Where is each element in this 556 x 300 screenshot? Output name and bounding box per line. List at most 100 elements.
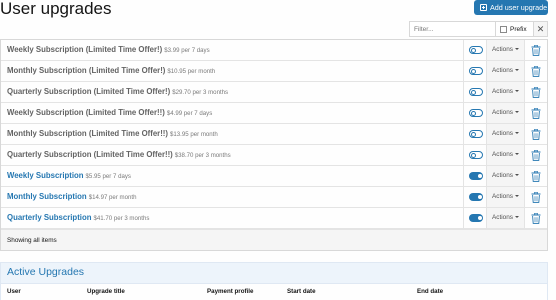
actions-label: Actions <box>492 151 513 158</box>
upgrade-title-link[interactable]: Monthly Subscription $14.97 per month <box>7 192 136 203</box>
active-toggle[interactable] <box>469 67 483 75</box>
upgrade-title: Weekly Subscription (Limited Time Offer!… <box>7 45 163 54</box>
upgrade-title-link[interactable]: Monthly Subscription (Limited Time Offer… <box>7 66 215 77</box>
add-user-upgrade-button[interactable]: Add user upgrade <box>474 0 548 15</box>
active-toggle[interactable] <box>469 88 483 96</box>
actions-cell: Actions <box>487 208 525 228</box>
column-header-user[interactable]: User <box>7 288 21 295</box>
chevron-down-icon <box>514 111 519 113</box>
actions-cell: Actions <box>487 145 525 165</box>
upgrade-title: Quarterly Subscription (Limited Time Off… <box>7 87 171 96</box>
chevron-down-icon <box>514 132 519 134</box>
toggle-knob <box>478 174 482 178</box>
actions-label: Actions <box>492 88 513 95</box>
upgrade-title-link[interactable]: Weekly Subscription (Limited Time Offer!… <box>7 45 210 56</box>
clear-filter-button[interactable]: ✕ <box>533 21 548 37</box>
active-toggle[interactable] <box>469 214 483 222</box>
toggle-knob <box>478 216 482 220</box>
actions-menu-button[interactable]: Actions <box>492 214 519 221</box>
column-header-start-date[interactable]: Start date <box>287 288 316 295</box>
active-toggle[interactable] <box>469 151 483 159</box>
actions-cell: Actions <box>487 166 525 186</box>
upgrade-row: Monthly Subscription (Limited Time Offer… <box>1 124 547 145</box>
upgrade-price: $10.95 per month <box>167 68 216 75</box>
upgrade-price: $5.95 per 7 days <box>85 173 131 180</box>
upgrade-row: Weekly Subscription (Limited Time Offer!… <box>1 103 547 124</box>
upgrade-price: $4.99 per 7 days <box>166 110 213 117</box>
actions-label: Actions <box>492 67 513 74</box>
upgrade-row: Quarterly Subscription (Limited Time Off… <box>1 145 547 166</box>
upgrade-title-link[interactable]: Weekly Subscription $5.95 per 7 days <box>7 171 131 182</box>
upgrade-row: Quarterly Subscription (Limited Time Off… <box>1 82 547 103</box>
upgrade-row: Quarterly Subscription $41.70 per 3 month… <box>1 208 547 229</box>
upgrade-row: Weekly Subscription $5.95 per 7 days Actio… <box>1 166 547 187</box>
chevron-down-icon <box>514 48 519 50</box>
toggle-knob <box>471 48 476 53</box>
upgrade-title-link[interactable]: Quarterly Subscription (Limited Time Off… <box>7 150 231 161</box>
column-header-end-date[interactable]: End date <box>417 288 443 295</box>
prefix-checkbox[interactable]: Prefix <box>495 21 533 37</box>
active-toggle[interactable] <box>469 172 483 180</box>
upgrade-row: Monthly Subscription (Limited Time Offer… <box>1 61 547 82</box>
upgrade-title: Monthly Subscription (Limited Time Offer… <box>7 66 166 75</box>
actions-menu-button[interactable]: Actions <box>492 88 519 95</box>
trash-icon[interactable] <box>531 213 541 224</box>
page-title: User upgrades <box>0 0 112 18</box>
actions-menu-button[interactable]: Actions <box>492 46 519 53</box>
actions-menu-button[interactable]: Actions <box>492 151 519 158</box>
upgrade-title: Quarterly Subscription <box>7 213 92 222</box>
chevron-down-icon <box>514 153 519 155</box>
actions-menu-button[interactable]: Actions <box>492 172 519 179</box>
upgrade-row: Monthly Subscription $14.97 per month Acti… <box>1 187 547 208</box>
actions-label: Actions <box>492 130 513 137</box>
active-upgrades-table-header: User Upgrade title Payment profile Start… <box>1 283 547 300</box>
showing-all-items: Showing all items <box>7 237 57 244</box>
column-header-upgrade-title[interactable]: Upgrade title <box>87 288 125 295</box>
upgrade-title-link[interactable]: Monthly Subscription (Limited Time Offer… <box>7 129 218 140</box>
toggle-knob <box>471 153 476 158</box>
actions-cell: Actions <box>487 187 525 207</box>
toggle-knob <box>471 69 476 74</box>
trash-icon[interactable] <box>531 66 541 77</box>
chevron-down-icon <box>514 174 519 176</box>
actions-label: Actions <box>492 214 513 221</box>
active-toggle-cell <box>463 82 487 102</box>
trash-icon[interactable] <box>531 45 541 56</box>
upgrade-list: Weekly Subscription (Limited Time Offer!… <box>0 39 548 251</box>
actions-menu-button[interactable]: Actions <box>492 67 519 74</box>
upgrade-title: Quarterly Subscription (Limited Time Off… <box>7 150 173 159</box>
active-toggle-cell <box>463 208 487 228</box>
upgrade-title: Monthly Subscription (Limited Time Offer… <box>7 129 168 138</box>
upgrade-title-link[interactable]: Quarterly Subscription (Limited Time Off… <box>7 87 228 98</box>
active-toggle-cell <box>463 145 487 165</box>
filter-input[interactable] <box>409 21 495 37</box>
active-toggle-cell <box>463 40 487 60</box>
active-toggle[interactable] <box>469 109 483 117</box>
actions-label: Actions <box>492 193 513 200</box>
filter-bar: Prefix ✕ <box>409 21 548 37</box>
trash-icon[interactable] <box>531 192 541 203</box>
trash-icon[interactable] <box>531 129 541 140</box>
trash-icon[interactable] <box>531 87 541 98</box>
column-header-payment-profile[interactable]: Payment profile <box>207 288 253 295</box>
active-toggle[interactable] <box>469 130 483 138</box>
checkbox-icon <box>500 25 507 33</box>
actions-menu-button[interactable]: Actions <box>492 193 519 200</box>
upgrade-title-link[interactable]: Quarterly Subscription $41.70 per 3 month… <box>7 213 149 224</box>
active-toggle-cell <box>463 103 487 123</box>
trash-icon[interactable] <box>531 108 541 119</box>
upgrade-title-link[interactable]: Weekly Subscription (Limited Time Offer!… <box>7 108 212 119</box>
chevron-down-icon <box>514 216 519 218</box>
actions-cell: Actions <box>487 82 525 102</box>
actions-menu-button[interactable]: Actions <box>492 109 519 116</box>
list-footer: Showing all items <box>1 229 547 250</box>
trash-icon[interactable] <box>531 150 541 161</box>
trash-icon[interactable] <box>531 171 541 182</box>
actions-menu-button[interactable]: Actions <box>492 130 519 137</box>
upgrade-price: $14.97 per month <box>88 194 137 201</box>
upgrade-price: $41.70 per 3 months <box>93 215 150 222</box>
active-toggle[interactable] <box>469 46 483 54</box>
prefix-label: Prefix <box>510 25 527 33</box>
active-toggle[interactable] <box>469 193 483 201</box>
actions-cell: Actions <box>487 61 525 81</box>
